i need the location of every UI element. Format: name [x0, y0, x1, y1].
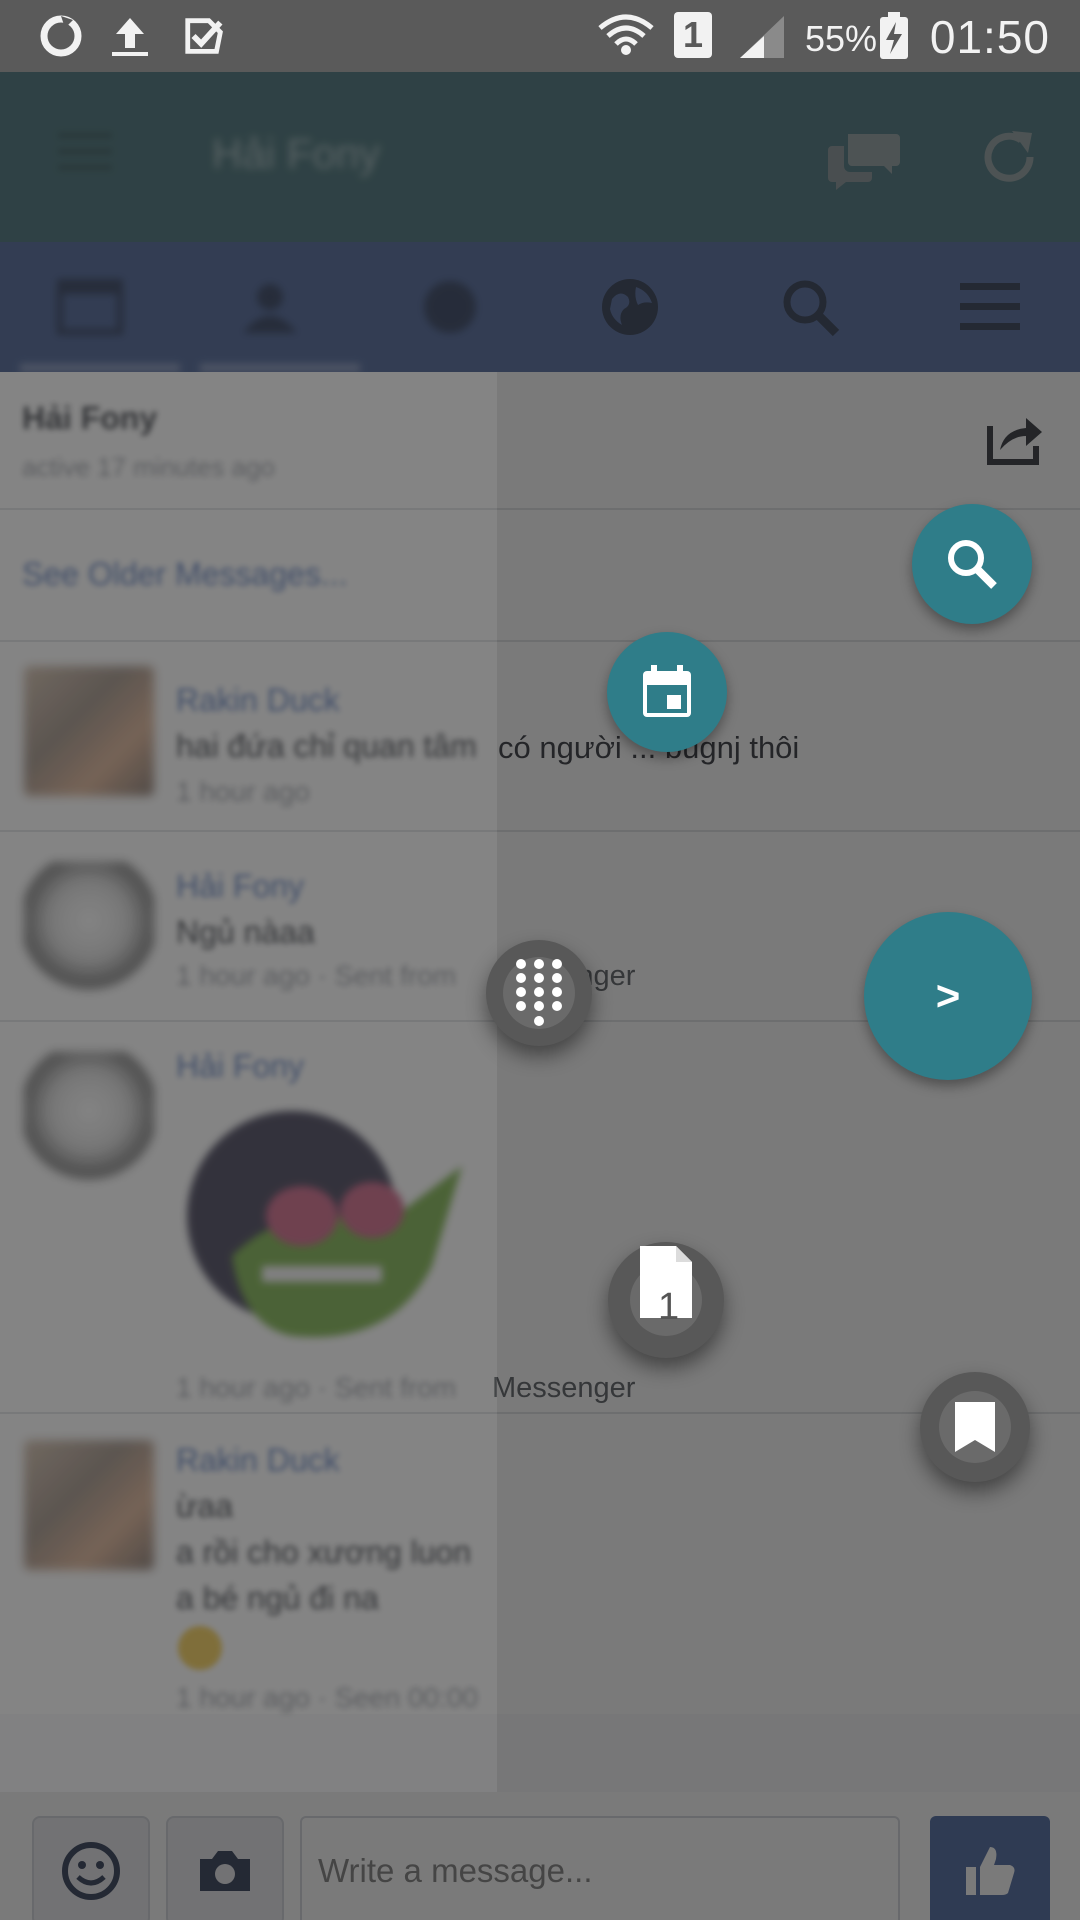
- newspaper-icon: [57, 279, 123, 335]
- friends-icon: [243, 284, 297, 333]
- search-icon: [783, 280, 840, 337]
- floating-next-button[interactable]: >: [864, 912, 1032, 1080]
- wifi-icon: [598, 14, 654, 55]
- emoji-button[interactable]: [32, 1816, 150, 1920]
- tab-news-feed[interactable]: [0, 242, 180, 372]
- bookmark-icon: [955, 1402, 995, 1452]
- battery-charging-icon: [880, 12, 908, 59]
- overlay-panel: [0, 372, 497, 1792]
- app-bar: Hải Fony: [0, 72, 1080, 242]
- menu-icon[interactable]: [58, 132, 112, 172]
- like-icon: [966, 1847, 1015, 1895]
- battery-percent: 55%: [805, 18, 878, 59]
- refresh-icon[interactable]: [980, 127, 1038, 187]
- floating-bookmark-button[interactable]: [920, 1372, 1030, 1482]
- hamburger-icon: [960, 283, 1020, 330]
- tab-notifications[interactable]: [540, 242, 720, 372]
- compose-bar: [0, 1792, 1080, 1920]
- floating-calendar-button[interactable]: [607, 632, 727, 752]
- messenger-icon: [424, 281, 476, 333]
- page-title: Hải Fony: [212, 130, 381, 177]
- sim-card-label: 1: [658, 1286, 680, 1328]
- status-bar: 1 55% 01:50: [0, 0, 1080, 72]
- floating-dialpad-button[interactable]: [486, 940, 592, 1046]
- tab-friends[interactable]: [180, 242, 360, 372]
- sim-icon: 1: [674, 12, 712, 58]
- tab-search[interactable]: [720, 242, 900, 372]
- camera-button[interactable]: [166, 1816, 284, 1920]
- search-icon: [948, 540, 997, 589]
- tab-messages[interactable]: [360, 242, 540, 372]
- like-button[interactable]: [930, 1816, 1050, 1920]
- signal-icon: [740, 16, 784, 58]
- globe-icon: [602, 279, 658, 335]
- upload-icon: [112, 18, 148, 56]
- camera-icon: [200, 1851, 250, 1891]
- message-source: Messenger: [492, 1372, 636, 1404]
- share-icon[interactable]: [986, 412, 1044, 466]
- chat-bubbles-icon[interactable]: [828, 130, 902, 190]
- clock: 01:50: [929, 11, 1050, 63]
- floating-sim-card-button[interactable]: 1: [608, 1242, 724, 1358]
- nav-tabs: [0, 242, 1080, 372]
- task-done-icon: [185, 18, 223, 54]
- emoji-icon: [62, 1842, 120, 1900]
- sync-icon: [40, 15, 82, 57]
- message-input[interactable]: [300, 1816, 900, 1920]
- calendar-icon: [643, 665, 691, 717]
- next-label: >: [935, 972, 961, 1019]
- floating-search-button[interactable]: [912, 504, 1032, 624]
- dialpad-icon: [516, 959, 562, 1026]
- tab-more[interactable]: [900, 242, 1080, 372]
